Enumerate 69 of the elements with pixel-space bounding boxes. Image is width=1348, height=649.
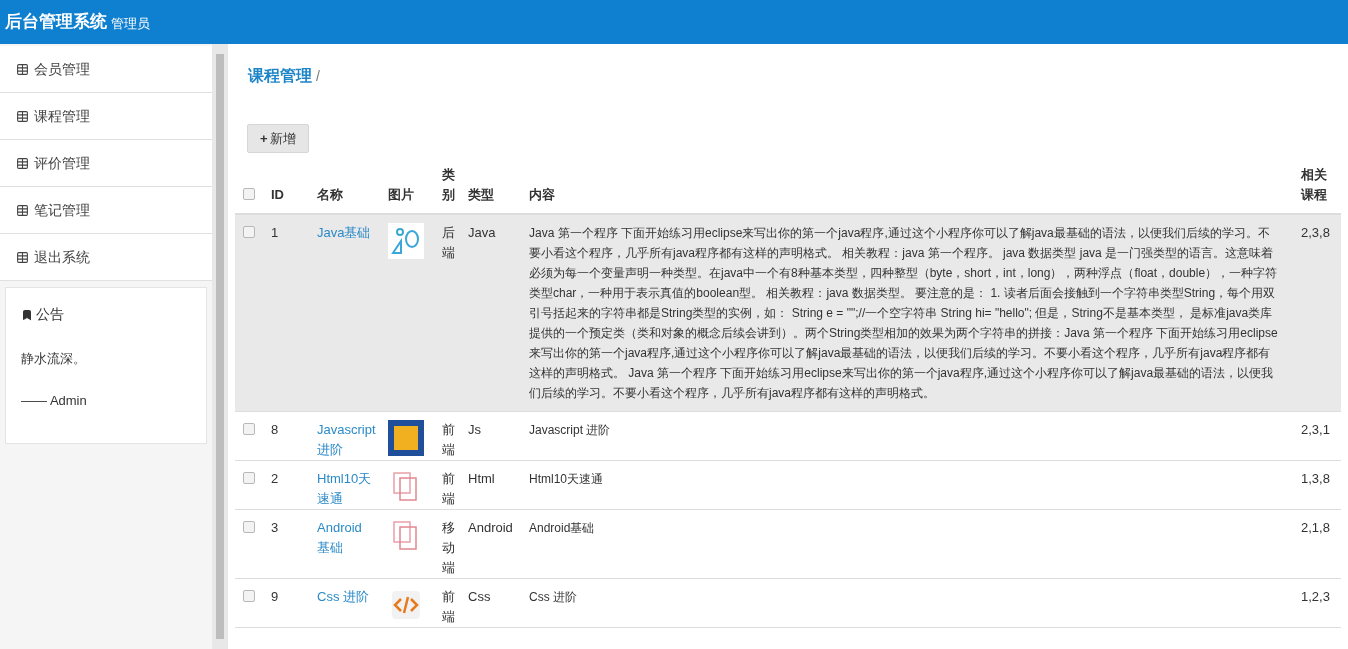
table-cell: Css — [468, 589, 491, 604]
checkbox[interactable] — [243, 226, 255, 238]
column-header: ID — [271, 186, 285, 204]
table-cell: 1,3,8 — [1301, 471, 1330, 486]
table-cell: Android — [468, 520, 513, 535]
table-cell: 2,3,8 — [1301, 225, 1330, 240]
table-row[interactable]: 9 Css 进阶 前端 Css Css 进阶 1,2,3 — [235, 578, 1341, 628]
table-cell-text: 后端 — [442, 224, 456, 262]
column-header: 图片 — [388, 186, 415, 204]
table-cell: 2,1,8 — [1301, 520, 1330, 535]
checkbox[interactable] — [243, 187, 255, 200]
table-cell: 9 — [271, 589, 279, 604]
table-cell: Java — [468, 225, 496, 240]
table-icon — [16, 62, 29, 76]
table-cell-text: Javascript 进阶 — [529, 422, 612, 439]
table-cell-text: Css 进阶 — [529, 589, 578, 606]
table-row[interactable]: 8 Javascript 进阶 前端 Js Javascript 进阶 2,3,1 — [235, 411, 1341, 461]
photo-placeholder — [388, 420, 424, 456]
table-cell-text: 前端 — [442, 421, 456, 459]
add-button[interactable]: +新增 — [247, 124, 309, 153]
table-cell: Js — [468, 422, 481, 437]
table-cell-text: 移动端 — [442, 519, 456, 577]
table-row[interactable]: 2 Html10天速通 前端 Html Html10天速通 1,3,8 — [235, 460, 1341, 510]
notice-signature: —— Admin — [21, 391, 88, 410]
user-role: 管理员 — [111, 14, 150, 33]
course-link[interactable]: Css 进阶 — [317, 587, 376, 607]
table-cell-text: 前端 — [442, 588, 456, 626]
column-header: 类型 — [468, 186, 495, 204]
shapes-thumbnail-icon — [388, 223, 424, 259]
table-icon — [16, 203, 29, 217]
breadcrumb-link[interactable]: 课程管理 — [248, 64, 312, 88]
breadcrumb-separator: / — [316, 67, 320, 86]
table-cell: 3 — [271, 520, 279, 535]
checkbox[interactable] — [243, 521, 255, 533]
table-cell: 2 — [271, 471, 279, 486]
course-link[interactable]: Android 基础 — [317, 518, 376, 558]
table-icon — [16, 156, 29, 170]
bookmark-icon — [21, 308, 33, 321]
course-link[interactable]: Html10天速通 — [317, 469, 376, 509]
table-row[interactable] — [235, 214, 1341, 412]
checkbox[interactable] — [243, 472, 255, 484]
sidebar-item[interactable]: 评价管理 — [0, 140, 212, 187]
sidebar-item[interactable]: 退出系统 — [0, 234, 212, 281]
column-header: 相关课程 — [1301, 166, 1328, 204]
column-header: 类别 — [442, 166, 456, 204]
column-header: 内容 — [529, 186, 556, 204]
sidebar-item[interactable]: 课程管理 — [0, 93, 212, 140]
table-cell: 8 — [271, 422, 279, 437]
table-cell-text: Java 第一个程序 下面开始练习用eclipse来写出你的第一个java程序,通过这个小程序你可以了解java最基础的语法，以便我们后续的学习。不要小看这个程序，几乎所有java程序都有这样的声明格式。 相关教程：java 第一个程序。 java 数据类型 java 是一门强类型的语言。这意味着必须为每一个变量声明一种类型。在java中一个有8种基本类型，四种整型（byte，short，int，long），两种浮点（float，double），一种字符类型char，一种用于表示真值的boolean型。 相关教程：java 数据类型。 要注意的是： 1. 读者后面会接触到一个字符串类型String，每个用双引号括起来的字符串都是String类型的实例，如： String e = "";//一个空字符串 String hi= "hello"; 但是，String不是基本类型， 是标准java类库提供的一个预定类（类和对象的概念后续会讲到）。两个String类型相加的效果为两个字符串的拼接：Java 第一个程序 下面开始练习用eclipse来写出你的第一个java程序,通过这个小程序你可以了解java最基础的语法，以便我们后续的学习。不要小看这个程序，几乎所有java程序都有这样的声明格式。 Java 第一个程序 下面开始练习用eclipse来写出你的第一个java程序,通过这个小程序你可以了解java最基础的语法，以便我们后续的学习。不要小看这个程序，几乎所有java程序都有这样的声明格式。 — [529, 225, 1279, 402]
scrollbar[interactable] — [212, 44, 228, 649]
table-cell: 2,3,1 — [1301, 422, 1330, 437]
table-cell: 1,2,3 — [1301, 589, 1330, 604]
table-icon — [16, 250, 29, 264]
sidebar-item[interactable]: 笔记管理 — [0, 187, 212, 234]
app-title: 后台管理系统 — [5, 11, 107, 34]
table-row[interactable]: 3 Android 基础 移动端 Android Android基础 2,1,8 — [235, 509, 1341, 579]
sidebar-item[interactable]: 会员管理 — [0, 46, 212, 93]
course-link[interactable]: Javascript 进阶 — [317, 420, 376, 460]
column-header: 名称 — [317, 186, 344, 204]
notice-title: 公告 — [36, 305, 64, 324]
checkbox[interactable] — [243, 423, 255, 435]
table-cell-text: Html10天速通 — [529, 471, 604, 488]
table-cell: 1 — [271, 225, 279, 240]
table-cell-text: 前端 — [442, 470, 456, 508]
table-cell: Html — [468, 471, 495, 486]
notice-text: 静水流深。 — [21, 350, 87, 368]
table-icon — [16, 109, 29, 123]
checkbox[interactable] — [243, 590, 255, 602]
table-cell-text: Android基础 — [529, 520, 596, 537]
